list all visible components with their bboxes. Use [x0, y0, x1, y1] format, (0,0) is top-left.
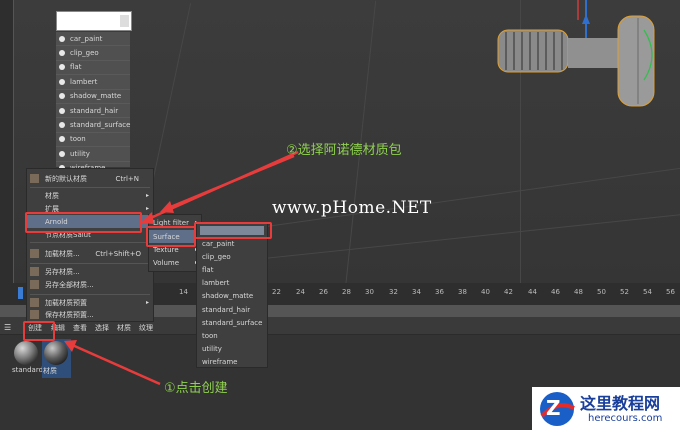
logo-title: 这里教程网 [580, 394, 661, 413]
step2-annotation: ②选择阿诺德材质包 [286, 143, 402, 158]
logo-letter: Z [546, 396, 561, 420]
watermark: www.pHome.NET [272, 198, 432, 218]
logo-url: herecours.com [588, 413, 663, 424]
arrow-head [140, 212, 154, 224]
site-logo: Z 这里教程网 herecours.com [532, 387, 680, 430]
step1-annotation: ①点击创建 [164, 381, 228, 396]
arrow-to-create [69, 342, 161, 386]
arrow-head [160, 201, 174, 213]
